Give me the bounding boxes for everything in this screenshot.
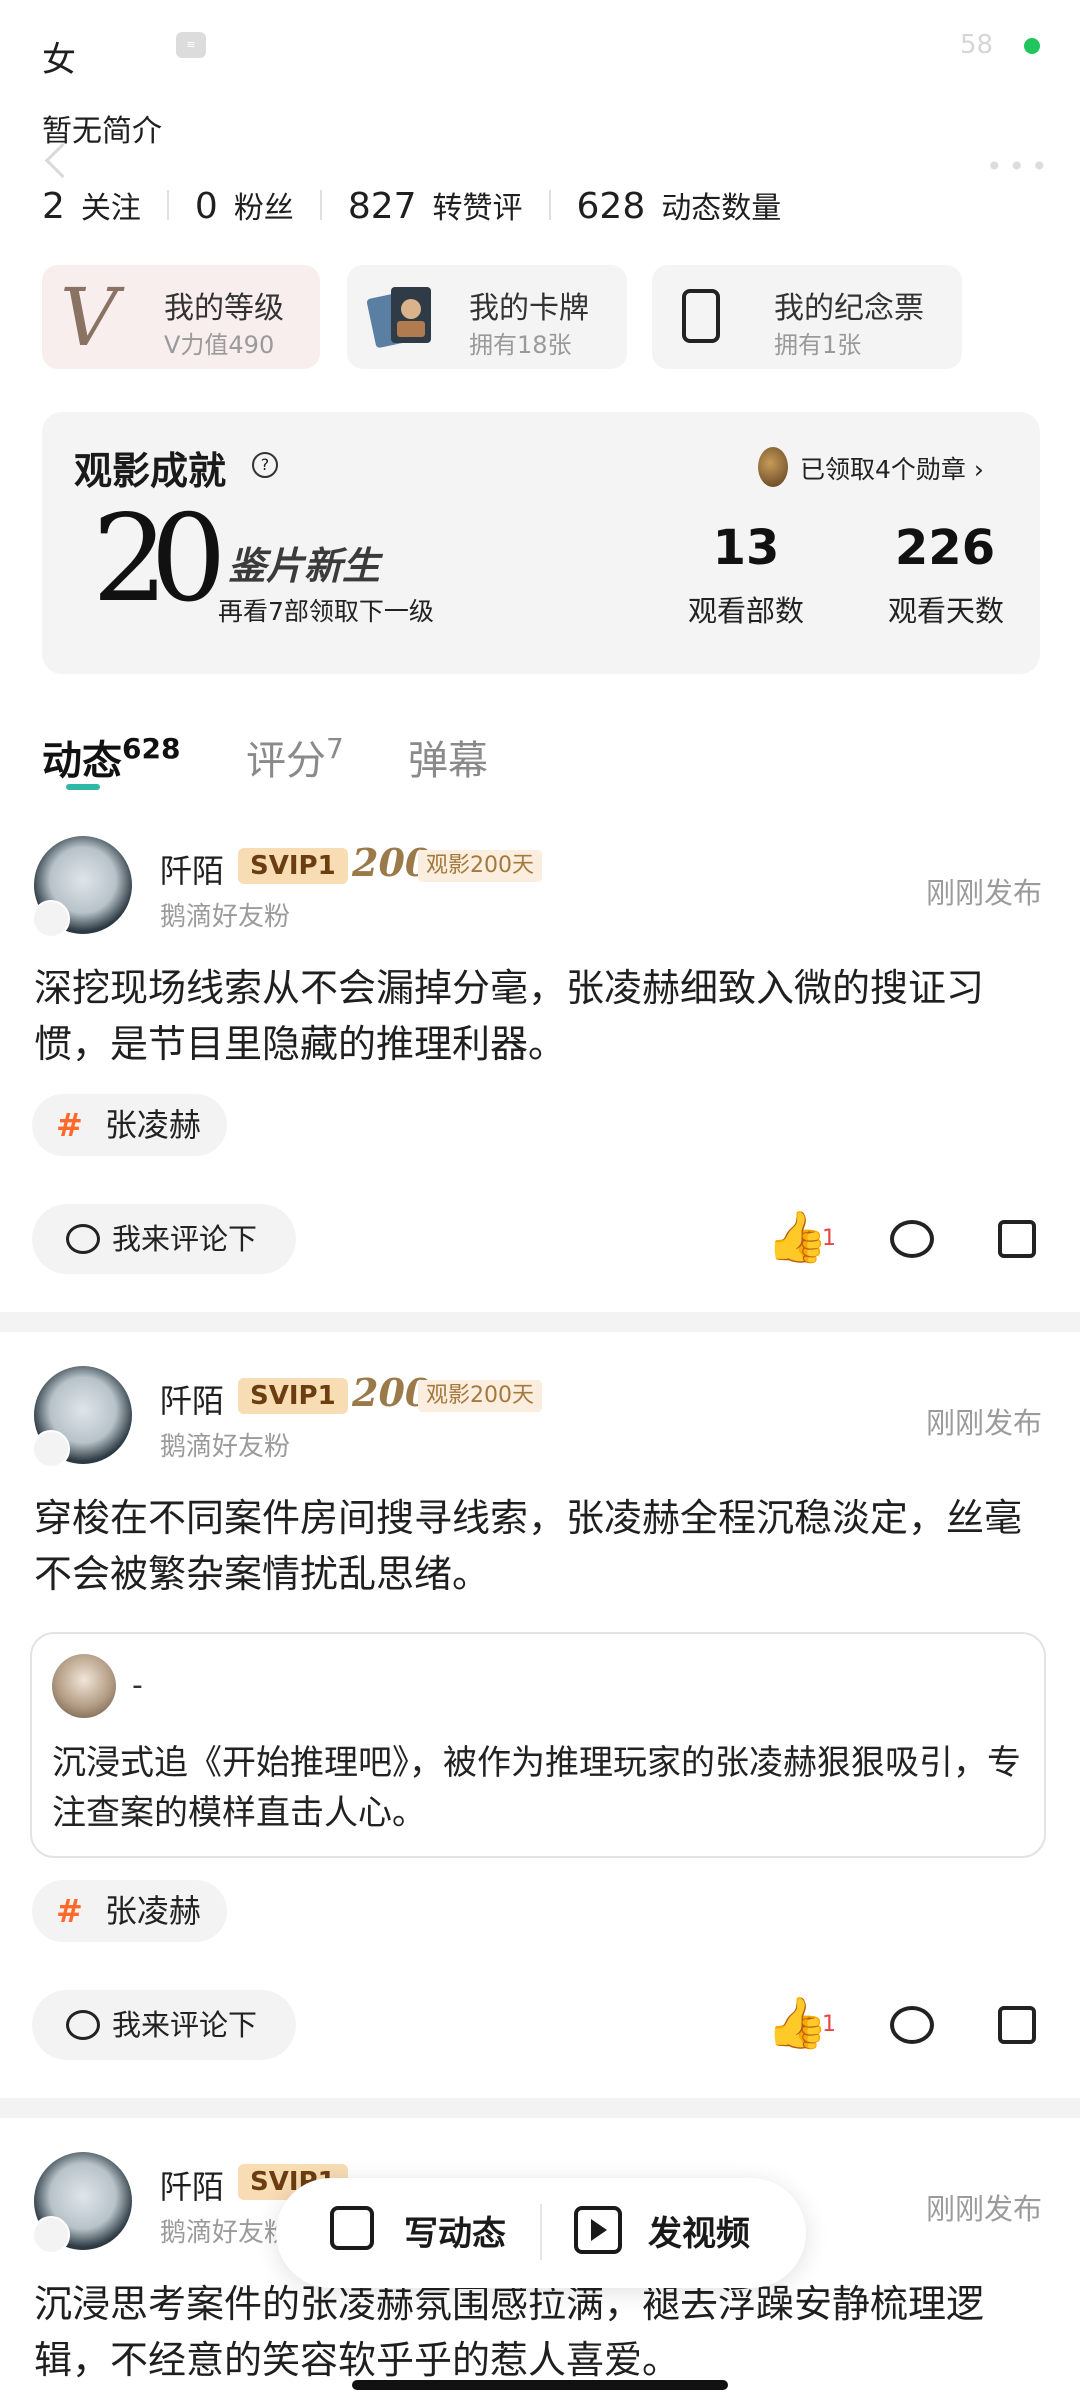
- card-subtitle: 拥有1张: [774, 331, 862, 359]
- divider: [548, 190, 551, 220]
- watched-label: 观看部数: [687, 594, 804, 628]
- divider: [319, 190, 322, 220]
- level-v-icon: V: [60, 271, 118, 364]
- like-icon[interactable]: 👍: [766, 1208, 828, 1267]
- comment-button[interactable]: 我来评论下: [32, 1990, 296, 2060]
- hashtag-icon: #: [56, 1106, 83, 1144]
- more-icon[interactable]: •••: [986, 150, 1054, 183]
- avatar-badge-icon: [32, 2216, 70, 2254]
- like-count: 1: [822, 2012, 836, 2037]
- my-cards-card[interactable]: 我的卡牌 拥有18张: [347, 265, 627, 369]
- edit-icon: [330, 2206, 374, 2250]
- days-badge-label: 观影200天: [418, 850, 542, 882]
- user-name[interactable]: 阡陌: [160, 2162, 224, 2208]
- profile-stats: 2 关注 0 粉丝 827 转赞评 628 动态数量: [42, 180, 781, 230]
- comment-bubble-icon: [66, 1224, 100, 1254]
- ticket-icon: [682, 289, 720, 343]
- post-video-button[interactable]: 发视频: [648, 2206, 750, 2255]
- post-time: 刚刚发布: [926, 1406, 1043, 1440]
- divider: [540, 2204, 542, 2260]
- card-deck-icon: [367, 287, 431, 348]
- card-subtitle: V力值490: [164, 331, 275, 359]
- fan-label: 鹅滴好友粉: [160, 902, 291, 932]
- level-hint: 再看7部领取下一级: [218, 597, 434, 626]
- days-count: 226: [894, 520, 996, 576]
- medal-icon: [758, 447, 788, 487]
- avatar-badge-icon: [32, 900, 70, 938]
- hashtag-chip[interactable]: # 张凌赫: [32, 1880, 227, 1942]
- hashtag-icon: #: [56, 1892, 83, 1930]
- hashtag-chip[interactable]: # 张凌赫: [32, 1094, 227, 1156]
- tag-icon: ≡: [176, 32, 206, 58]
- user-name[interactable]: 阡陌: [160, 846, 224, 892]
- post-time: 刚刚发布: [926, 876, 1043, 910]
- quote-avatar: [52, 1654, 116, 1718]
- stat-posts[interactable]: 628 动态数量: [577, 183, 782, 227]
- post-text: 沉浸思考案件的张凌赫氛围感拉满，褪去浮躁安静梳理逻辑，不经意的笑容软乎乎的惹人喜…: [34, 2282, 985, 2382]
- comment-icon[interactable]: [890, 2006, 934, 2044]
- fan-label: 鹅滴好友粉: [160, 2218, 291, 2248]
- share-icon[interactable]: [998, 1220, 1036, 1258]
- achievement-title: 观影成就: [74, 449, 227, 493]
- stat-interactions[interactable]: 827 转赞评: [348, 183, 523, 227]
- post-divider: [0, 2098, 1080, 2118]
- card-title: 我的卡牌: [469, 291, 589, 326]
- divider: [166, 190, 169, 220]
- card-subtitle: 拥有18张: [469, 331, 572, 359]
- fan-label: 鹅滴好友粉: [160, 1432, 291, 1462]
- card-title: 我的等级: [164, 291, 284, 326]
- tab-ratings[interactable]: 评分7: [246, 728, 344, 786]
- level-name: 鉴片新生: [228, 544, 381, 588]
- share-icon[interactable]: [998, 2006, 1036, 2044]
- online-dot-icon: [1024, 38, 1040, 54]
- svip-badge: SVIP1: [238, 848, 348, 884]
- stat-following[interactable]: 2 关注: [42, 183, 141, 227]
- my-level-card[interactable]: V 我的等级 V力值490: [42, 265, 320, 369]
- like-count: 1: [822, 1226, 836, 1251]
- home-indicator[interactable]: [352, 2380, 728, 2390]
- comment-icon[interactable]: [890, 1220, 934, 1258]
- stat-fans[interactable]: 0 粉丝: [195, 183, 294, 227]
- status-time: 58: [960, 30, 994, 60]
- tab-danmaku[interactable]: 弹幕: [408, 728, 488, 786]
- days-badge-label: 观影200天: [418, 1380, 542, 1412]
- quote-text: 沉浸式追《开始推理吧》，被作为推理玩家的张凌赫狠狠吸引，专注查案的模样直击人心。: [52, 1743, 1021, 1833]
- avatar-badge-icon: [32, 1430, 70, 1468]
- post-text: 深挖现场线索从不会漏掉分毫，张凌赫细致入微的搜证习惯，是节目里隐藏的推理利器。: [34, 966, 985, 1066]
- write-post-button[interactable]: 写动态: [404, 2206, 506, 2255]
- quote-author: -: [132, 1668, 143, 1703]
- help-icon[interactable]: ?: [252, 452, 278, 478]
- tab-indicator: [66, 784, 100, 790]
- like-icon[interactable]: 👍: [766, 1994, 828, 2053]
- comment-button[interactable]: 我来评论下: [32, 1204, 296, 1274]
- watched-count: 13: [712, 520, 780, 576]
- medals-link[interactable]: 已领取4个勋章 ›: [800, 450, 984, 486]
- post-time: 刚刚发布: [926, 2192, 1043, 2226]
- play-icon: [591, 2219, 607, 2241]
- level-number: 20: [92, 490, 227, 629]
- post-text: 穿梭在不同案件房间搜寻线索，张凌赫全程沉稳淡定，丝毫不会被繁杂案情扰乱思绪。: [34, 1496, 1023, 1596]
- my-tickets-card[interactable]: 我的纪念票 拥有1张: [652, 265, 962, 369]
- tab-posts[interactable]: 动态628: [42, 728, 180, 786]
- svip-badge: SVIP1: [238, 1378, 348, 1414]
- comment-bubble-icon: [66, 2010, 100, 2040]
- user-name[interactable]: 阡陌: [160, 1376, 224, 1422]
- card-title: 我的纪念票: [774, 291, 924, 326]
- post-divider: [0, 1312, 1080, 1332]
- days-label: 观看天数: [887, 594, 1004, 628]
- gender-label: 女: [42, 40, 76, 80]
